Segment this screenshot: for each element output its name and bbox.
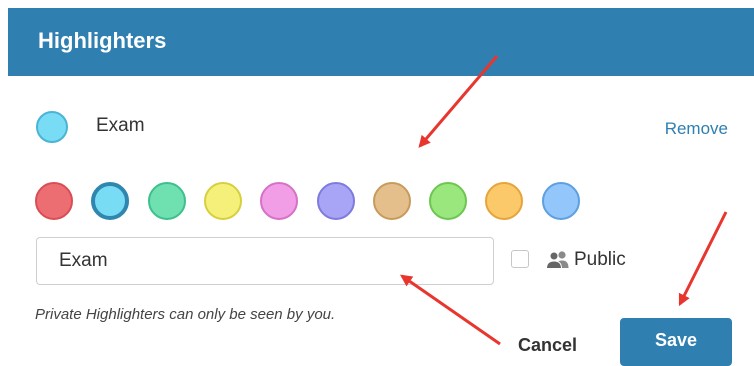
- people-icon: [545, 251, 569, 269]
- public-label: Public: [574, 249, 626, 270]
- privacy-hint: Private Highlighters can only be seen by…: [35, 306, 336, 323]
- highlighter-name-input[interactable]: [36, 237, 494, 285]
- swatch-cyan[interactable]: [91, 182, 129, 220]
- save-button[interactable]: Save: [620, 318, 732, 366]
- current-color-swatch: [36, 111, 68, 143]
- swatch-green[interactable]: [429, 182, 467, 220]
- public-checkbox[interactable]: [511, 250, 529, 268]
- annotation-arrow: [678, 211, 728, 307]
- swatch-red[interactable]: [35, 182, 73, 220]
- swatch-orange[interactable]: [485, 182, 523, 220]
- current-highlighter-label: Exam: [96, 115, 145, 136]
- remove-link[interactable]: Remove: [665, 119, 728, 139]
- swatch-pink[interactable]: [260, 182, 298, 220]
- dialog-title: Highlighters: [38, 28, 167, 53]
- swatch-teal[interactable]: [148, 182, 186, 220]
- swatch-yellow[interactable]: [204, 182, 242, 220]
- annotation-arrow: [400, 274, 501, 346]
- color-palette: [35, 182, 595, 222]
- dialog-header: Highlighters: [8, 8, 754, 76]
- swatch-tan[interactable]: [373, 182, 411, 220]
- swatch-blue[interactable]: [542, 182, 580, 220]
- swatch-purple[interactable]: [317, 182, 355, 220]
- cancel-button[interactable]: Cancel: [506, 329, 589, 362]
